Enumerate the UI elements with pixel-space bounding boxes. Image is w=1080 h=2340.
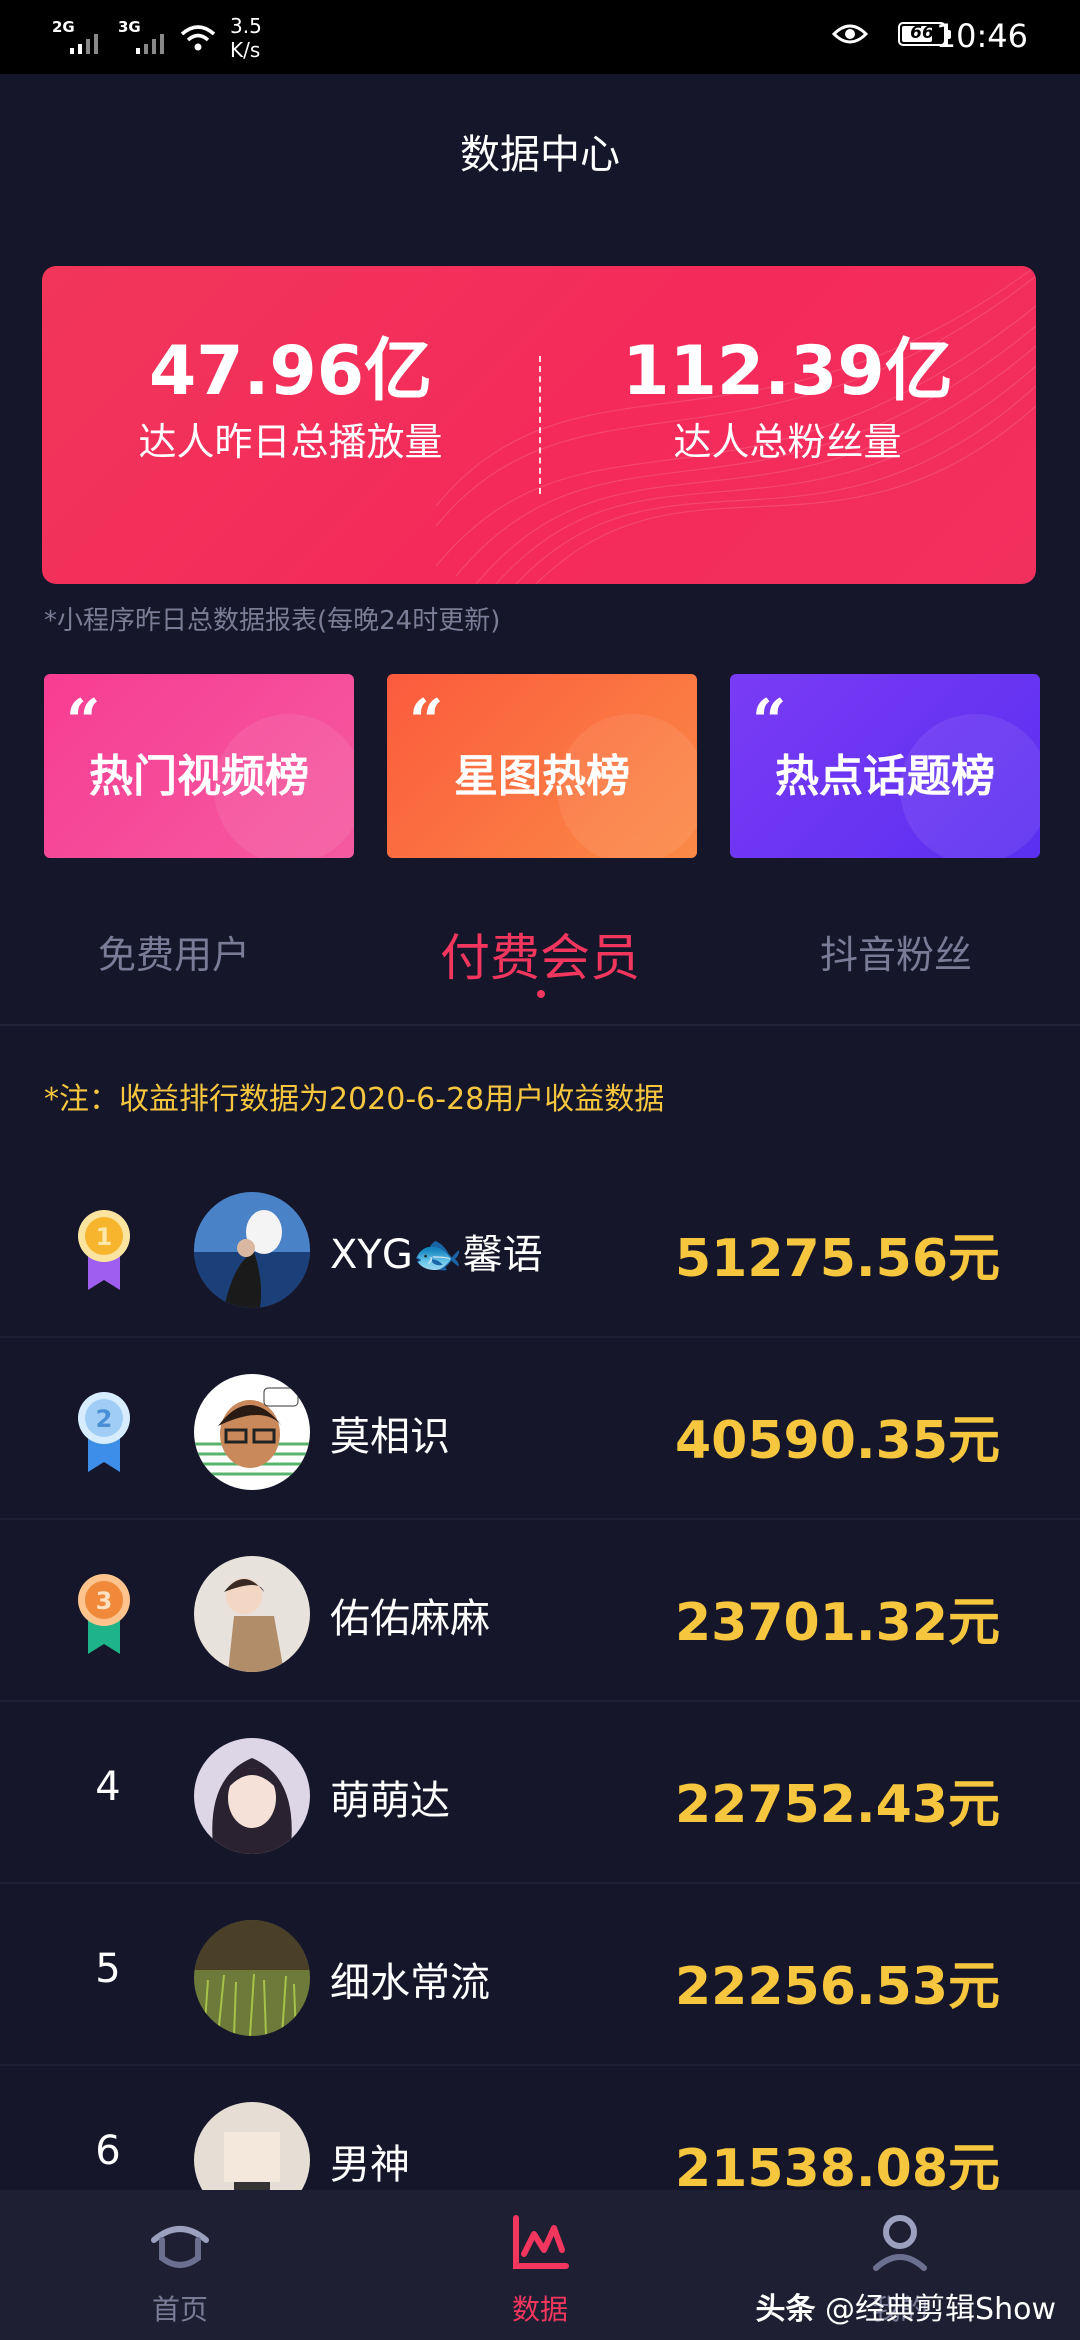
rank-number: 6 <box>95 2128 121 2174</box>
page-title: 数据中心 <box>460 132 620 178</box>
yesterday-plays-label: 达人昨日总播放量 <box>138 420 443 464</box>
earnings-note: *注：收益排行数据为2020-6-28用户收益数据 <box>44 1082 665 1117</box>
avatar <box>194 1374 310 1490</box>
list-item[interactable]: 5 细水常流 22256.53元 <box>0 1884 1080 2066</box>
network-speed-unit: K/s <box>230 38 261 62</box>
user-name: XYG🐟馨语 <box>330 1232 543 1278</box>
earning-amount: 22256.53元 <box>674 1957 1000 2017</box>
tab-douyin-fans[interactable]: 抖音粉丝 <box>820 924 972 979</box>
tab-paid-members[interactable]: 付费会员 <box>440 918 640 990</box>
silver-medal-icon: 2 <box>78 1392 130 1472</box>
watermark: 头条 @经典剪辑Show <box>756 2284 1057 2328</box>
tab-free-users[interactable]: 免费用户 <box>98 924 250 979</box>
avatar <box>194 1556 310 1672</box>
star-chart-ranking-button[interactable]: “ 星图热榜 <box>387 674 697 858</box>
nav-data-label: 数据 <box>511 2293 568 2326</box>
hot-topic-ranking-button[interactable]: “ 热点话题榜 <box>730 674 1040 858</box>
yesterday-plays-stat: 47.96亿 达人昨日总播放量 <box>42 332 539 466</box>
bronze-medal-icon: 3 <box>78 1574 130 1654</box>
signal-3g-icon: 3G <box>118 18 178 58</box>
watermark-text: @经典剪辑Show <box>825 2292 1056 2327</box>
clock: 10:46 <box>935 17 1028 55</box>
earning-amount: 22752.43元 <box>674 1775 1000 1835</box>
yesterday-plays-value: 47.96亿 <box>148 332 433 411</box>
svg-text:3: 3 <box>96 1587 113 1615</box>
home-icon <box>151 2226 209 2268</box>
svg-text:1: 1 <box>96 1223 113 1251</box>
nav-home-label: 首页 <box>151 2293 208 2326</box>
total-fans-label: 达人总粉丝量 <box>673 420 902 464</box>
nav-home[interactable]: 首页 <box>60 2190 300 2340</box>
watermark-prefix: 头条 <box>755 2292 816 2327</box>
tabs-divider <box>0 1024 1080 1026</box>
star-chart-ranking-label: 星图热榜 <box>454 751 630 802</box>
list-item[interactable]: 3 佑佑麻麻 23701.32元 <box>0 1520 1080 1702</box>
rank-number: 5 <box>95 1946 121 1992</box>
user-name: 萌萌达 <box>330 1778 450 1824</box>
avatar <box>194 1920 310 2036</box>
eye-comfort-icon <box>832 24 868 44</box>
wifi-icon <box>178 18 238 58</box>
hot-video-ranking-button[interactable]: “ 热门视频榜 <box>44 674 354 858</box>
stats-card: 47.96亿 达人昨日总播放量 112.39亿 达人总粉丝量 <box>42 266 1036 584</box>
hot-video-ranking-label: 热门视频榜 <box>89 751 309 802</box>
rank-number: 4 <box>95 1764 121 1810</box>
avatar <box>194 1192 310 1308</box>
chart-icon <box>513 2215 569 2269</box>
earning-amount: 51275.56元 <box>674 1229 1000 1289</box>
svg-text:2: 2 <box>96 1405 113 1433</box>
nav-data[interactable]: 数据 <box>420 2190 660 2340</box>
network-speed-value: 3.5 <box>230 14 262 38</box>
active-tab-indicator <box>537 990 545 998</box>
list-item[interactable]: 4 萌萌达 22752.43元 <box>0 1702 1080 1884</box>
hot-topic-ranking-label: 热点话题榜 <box>775 751 995 802</box>
user-name: 佑佑麻麻 <box>330 1596 490 1642</box>
user-name: 男神 <box>330 2142 410 2188</box>
user-name: 莫相识 <box>330 1414 450 1460</box>
total-fans-value: 112.39亿 <box>622 332 953 411</box>
profile-icon <box>873 2215 927 2271</box>
user-name: 细水常流 <box>330 1960 490 2006</box>
list-item[interactable]: 1 XYG🐟馨语 51275.56元 <box>0 1156 1080 1338</box>
app-screen: 2G 3G 3.5 K/s 66 10:46 数据中心 47.96亿 达人昨日总… <box>0 0 1080 2340</box>
signal-2g-icon: 2G <box>52 18 112 58</box>
status-bar: 2G 3G 3.5 K/s 66 10:46 <box>0 0 1080 74</box>
earning-amount: 23701.32元 <box>674 1593 1000 1653</box>
earning-amount: 40590.35元 <box>674 1411 1000 1471</box>
stats-footnote: *小程序昨日总数据报表(每晚24时更新) <box>44 606 501 636</box>
network-speed: 3.5 K/s <box>230 14 262 62</box>
list-item[interactable]: 2 莫相识 40590.35元 <box>0 1338 1080 1520</box>
gold-medal-icon: 1 <box>78 1210 130 1290</box>
avatar <box>194 1738 310 1854</box>
total-fans-stat: 112.39亿 达人总粉丝量 <box>539 332 1036 466</box>
